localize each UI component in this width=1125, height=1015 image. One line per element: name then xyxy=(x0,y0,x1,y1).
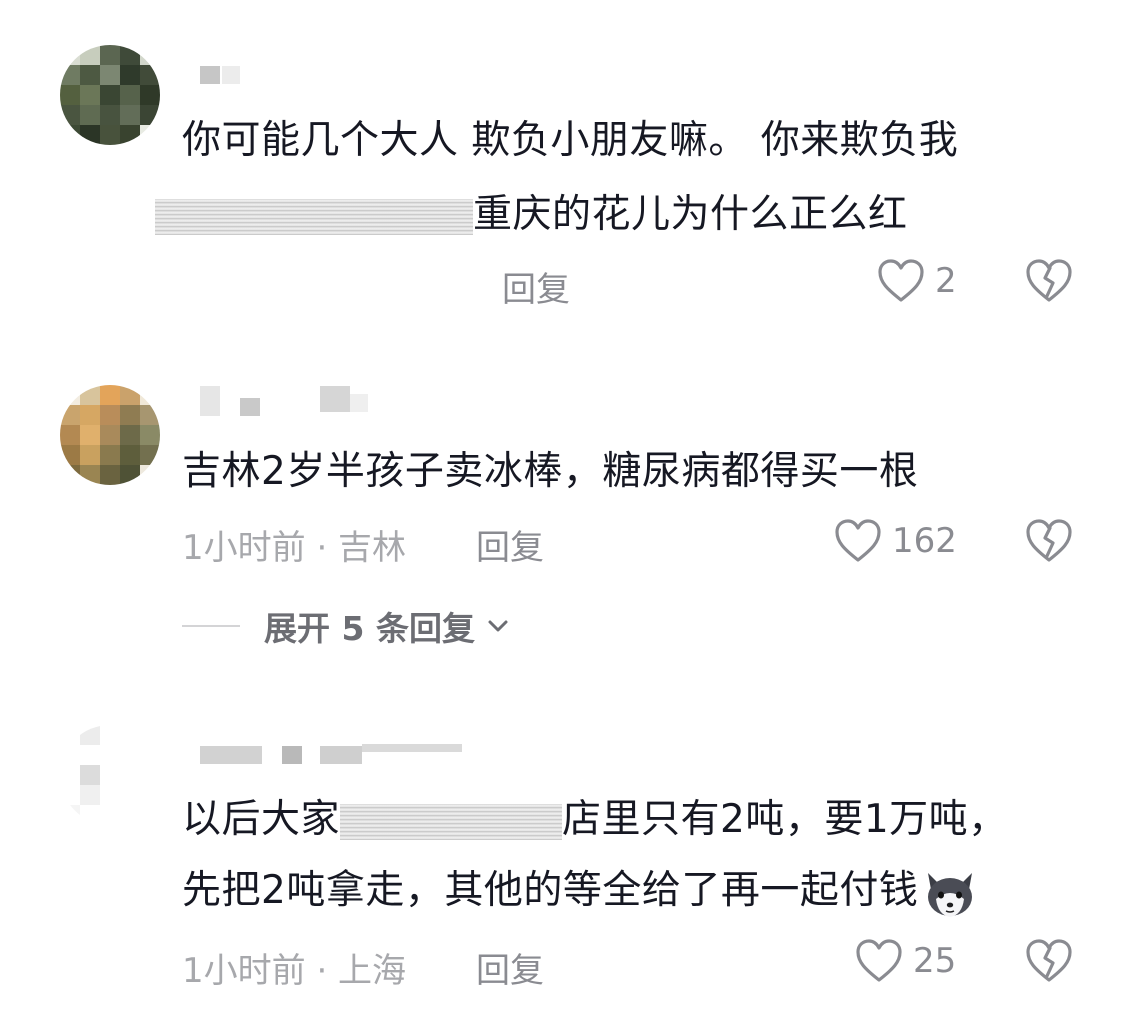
username-redacted[interactable] xyxy=(182,66,262,96)
wolf-emoji-icon xyxy=(928,872,973,917)
like-button[interactable]: 162 xyxy=(834,518,957,564)
divider-line xyxy=(182,625,240,627)
comment-item: 吉林2岁半孩子卖冰棒，糖尿病都得买一根 1小时前 · 吉林 回复 162 展开 … xyxy=(0,330,1125,680)
comment-text-line-2: 先把2吨拿走，其他的等全给了再一起付钱 xyxy=(182,854,978,928)
reply-button[interactable]: 回复 xyxy=(476,520,544,569)
like-count: 162 xyxy=(892,521,957,561)
comment-item: 以后大家 店里只有2吨，要1万吨， 先把2吨拿走，其他的等全给了再一起付钱 1小时… xyxy=(0,680,1125,1015)
redacted-text-bar xyxy=(155,198,473,235)
chevron-down-icon xyxy=(488,620,508,632)
comment-text: 吉林2岁半孩子卖冰棒，糖尿病都得买一根 xyxy=(182,449,919,494)
dislike-button[interactable] xyxy=(1025,518,1073,568)
expand-replies-button[interactable]: 展开 5 条回复 xyxy=(182,602,511,650)
heart-outline-icon xyxy=(856,939,902,982)
comment-text-line-1: 你可能几个大人 欺负小朋友嘛。 你来欺负我 xyxy=(182,118,959,163)
broken-heart-icon xyxy=(1026,939,1072,982)
comment-text-line-1: 以后大家 店里只有2吨，要1万吨， xyxy=(182,783,1008,857)
comment-text-left: 以后大家 xyxy=(182,797,341,842)
comment-text-right: 店里只有2吨，要1万吨， xyxy=(562,797,1008,842)
like-count: 2 xyxy=(935,261,957,301)
expand-replies-label: 展开 5 条回复 xyxy=(264,609,475,648)
username-redacted[interactable] xyxy=(182,386,382,416)
like-button[interactable]: 25 xyxy=(855,938,956,984)
comment-text: 先把2吨拿走，其他的等全给了再一起付钱 xyxy=(182,868,919,913)
timestamp-location: 1小时前 · 上海 xyxy=(182,951,407,991)
reply-button[interactable]: 回复 xyxy=(476,943,544,992)
avatar[interactable] xyxy=(60,725,160,825)
comment-text-visible: 重庆的花儿为什么正么红 xyxy=(473,192,908,237)
comment-text-line-2: 重庆的花儿为什么正么红 xyxy=(155,178,908,252)
dislike-button[interactable] xyxy=(1025,938,1073,988)
comment-item: 你可能几个大人 欺负小朋友嘛。 你来欺负我 重庆的花儿为什么正么红 回复 2 xyxy=(0,0,1125,330)
avatar[interactable] xyxy=(60,45,160,145)
heart-outline-icon xyxy=(835,519,881,562)
like-count: 25 xyxy=(913,941,957,981)
redacted-text-bar xyxy=(340,803,563,840)
broken-heart-icon xyxy=(1026,259,1072,302)
username-redacted[interactable] xyxy=(182,744,462,776)
heart-outline-icon xyxy=(878,259,924,302)
like-button[interactable]: 2 xyxy=(877,258,957,304)
timestamp-location: 1小时前 · 吉林 xyxy=(182,528,407,568)
avatar[interactable] xyxy=(60,385,160,485)
dislike-button[interactable] xyxy=(1025,258,1073,308)
reply-button[interactable]: 回复 xyxy=(502,262,570,311)
broken-heart-icon xyxy=(1026,519,1072,562)
